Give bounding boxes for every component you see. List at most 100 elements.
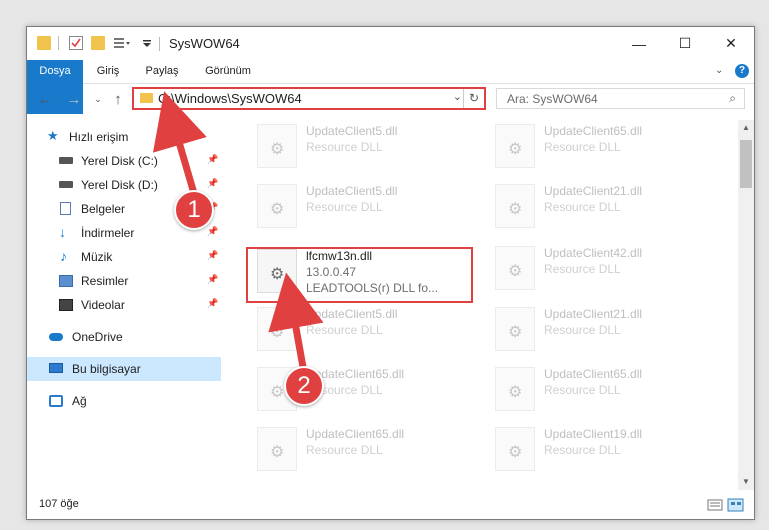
- tiles-view-icon: [727, 498, 744, 512]
- sidebar-item-videos[interactable]: Videolar 📌: [27, 293, 221, 317]
- file-list: ⚙ UpdateClient5.dll Resource DLL ⚙ Updat…: [237, 120, 737, 490]
- file-item[interactable]: ⚙ UpdateClient65.dll Resource DLL: [495, 120, 725, 174]
- search-placeholder: Ara: SysWOW64: [507, 92, 598, 106]
- file-name: UpdateClient5.dll: [306, 307, 398, 321]
- pin-icon[interactable]: 📌: [207, 274, 218, 285]
- drive-icon: [59, 157, 73, 164]
- file-description: Resource DLL: [306, 323, 383, 337]
- pin-icon[interactable]: 📌: [207, 250, 218, 261]
- drive-icon: [59, 181, 73, 188]
- sidebar-item-music[interactable]: ♪ Müzik 📌: [27, 245, 221, 269]
- separator: [159, 37, 160, 51]
- gear-icon: ⚙: [270, 384, 285, 401]
- customize-quick-access-icon[interactable]: [113, 36, 131, 50]
- file-item[interactable]: ⚙ UpdateClient19.dll Resource DLL: [495, 423, 725, 477]
- search-input[interactable]: Ara: SysWOW64 ⌕: [496, 88, 745, 109]
- dll-file-icon: ⚙: [257, 184, 297, 228]
- address-path[interactable]: C:\Windows\SysWOW64: [158, 91, 302, 106]
- tab-gorunum[interactable]: Görünüm: [197, 60, 259, 83]
- refresh-icon[interactable]: ↻: [463, 89, 484, 108]
- chevron-down-icon[interactable]: [142, 36, 152, 50]
- dll-file-icon: ⚙: [495, 367, 535, 411]
- new-folder-icon[interactable]: [91, 36, 105, 50]
- address-bar[interactable]: C:\Windows\SysWOW64 ⌄ ↻: [132, 87, 486, 110]
- chevron-down-icon[interactable]: ⌄: [715, 65, 723, 76]
- pin-icon[interactable]: 📌: [207, 154, 218, 165]
- scrollbar-thumb[interactable]: [740, 140, 752, 188]
- pictures-icon: [59, 275, 73, 287]
- dll-file-icon: ⚙: [257, 307, 297, 351]
- sidebar-item-network[interactable]: Ağ: [27, 389, 221, 413]
- dll-file-icon: ⚙: [257, 124, 297, 168]
- forward-arrow-icon[interactable]: →: [65, 90, 83, 108]
- step-marker-2: 2: [284, 366, 324, 406]
- file-item[interactable]: ⚙ UpdateClient65.dll Resource DLL: [495, 363, 725, 417]
- search-icon[interactable]: ⌕: [729, 91, 736, 106]
- up-arrow-icon[interactable]: ↑: [109, 90, 127, 108]
- file-name: UpdateClient65.dll: [306, 427, 405, 441]
- scroll-down-icon[interactable]: ▼: [738, 474, 754, 490]
- file-description: Resource DLL: [306, 443, 383, 457]
- file-name: UpdateClient21.dll: [544, 184, 643, 198]
- sidebar-item-label: Yerel Disk (C:): [81, 154, 158, 168]
- tab-paylas[interactable]: Paylaş: [139, 60, 185, 83]
- close-button[interactable]: ✕: [708, 27, 754, 60]
- recent-locations-chevron-icon[interactable]: ⌄: [89, 90, 107, 108]
- gear-icon: ⚙: [508, 444, 523, 461]
- file-name: UpdateClient5.dll: [306, 124, 398, 138]
- file-item[interactable]: ⚙ UpdateClient5.dll Resource DLL: [257, 120, 487, 174]
- address-dropdown-icon[interactable]: ⌄: [453, 90, 462, 103]
- gear-icon: ⚙: [270, 324, 285, 341]
- sidebar-item-label: Ağ: [72, 394, 87, 408]
- file-description: Resource DLL: [544, 262, 621, 276]
- file-description: Resource DLL: [306, 140, 383, 154]
- dll-file-icon: ⚙: [495, 124, 535, 168]
- sidebar-item-label: Hızlı erişim: [69, 130, 129, 144]
- item-count: 107 öğe: [39, 498, 79, 510]
- properties-icon[interactable]: [69, 36, 83, 50]
- sidebar-item-label: Belgeler: [81, 202, 126, 216]
- sidebar-item-label: İndirmeler: [81, 226, 135, 240]
- navigation-pane: ★ Hızlı erişim Yerel Disk (C:) 📌 Yerel D…: [27, 120, 221, 490]
- sidebar-item-onedrive[interactable]: OneDrive: [27, 325, 221, 349]
- file-name: UpdateClient65.dll: [544, 367, 643, 381]
- file-item[interactable]: ⚙ UpdateClient21.dll Resource DLL: [495, 180, 725, 234]
- gear-icon: ⚙: [270, 201, 285, 218]
- ribbon: Dosya Giriş Paylaş Görünüm ⌄ ?: [27, 60, 754, 114]
- file-item[interactable]: ⚙ UpdateClient5.dll Resource DLL: [257, 303, 487, 357]
- file-name: UpdateClient42.dll: [544, 246, 643, 260]
- sidebar-item-pictures[interactable]: Resimler 📌: [27, 269, 221, 293]
- sidebar-item-disk-c[interactable]: Yerel Disk (C:) 📌: [27, 149, 221, 173]
- music-icon: ♪: [60, 248, 67, 264]
- sidebar-item-label: Resimler: [81, 274, 129, 288]
- cloud-icon: [49, 333, 63, 341]
- maximize-button[interactable]: ☐: [662, 27, 708, 60]
- sidebar-item-this-pc[interactable]: Bu bilgisayar: [27, 357, 221, 381]
- sidebar-item-quick-access[interactable]: ★ Hızlı erişim: [27, 125, 221, 149]
- file-item[interactable]: ⚙ UpdateClient5.dll Resource DLL: [257, 180, 487, 234]
- tab-giris[interactable]: Giriş: [87, 60, 129, 83]
- file-item[interactable]: ⚙ UpdateClient65.dll Resource DLL: [257, 423, 487, 477]
- file-item[interactable]: ⚙ UpdateClient42.dll Resource DLL: [495, 242, 725, 296]
- minimize-button[interactable]: —: [616, 27, 662, 60]
- dll-file-icon: ⚙: [495, 307, 535, 351]
- pin-icon[interactable]: 📌: [207, 178, 218, 189]
- file-item[interactable]: ⚙ UpdateClient21.dll Resource DLL: [495, 303, 725, 357]
- pin-icon[interactable]: 📌: [207, 298, 218, 309]
- sidebar-item-label: Bu bilgisayar: [72, 362, 141, 376]
- documents-icon: [60, 202, 71, 215]
- pin-icon[interactable]: 📌: [207, 226, 218, 237]
- help-icon[interactable]: ?: [735, 64, 749, 78]
- folder-icon: [140, 93, 153, 103]
- gear-icon: ⚙: [508, 263, 523, 280]
- gear-icon: ⚙: [270, 444, 285, 461]
- sidebar-item-label: OneDrive: [72, 330, 123, 344]
- back-arrow-icon[interactable]: ←: [36, 90, 54, 108]
- gear-icon: ⚙: [270, 141, 285, 158]
- scroll-up-icon[interactable]: ▲: [738, 120, 754, 136]
- dll-file-icon: ⚙: [495, 427, 535, 471]
- separator: [58, 36, 59, 50]
- file-name: UpdateClient19.dll: [544, 427, 643, 441]
- vertical-scrollbar[interactable]: ▲ ▼: [738, 120, 754, 490]
- file-description: Resource DLL: [306, 200, 383, 214]
